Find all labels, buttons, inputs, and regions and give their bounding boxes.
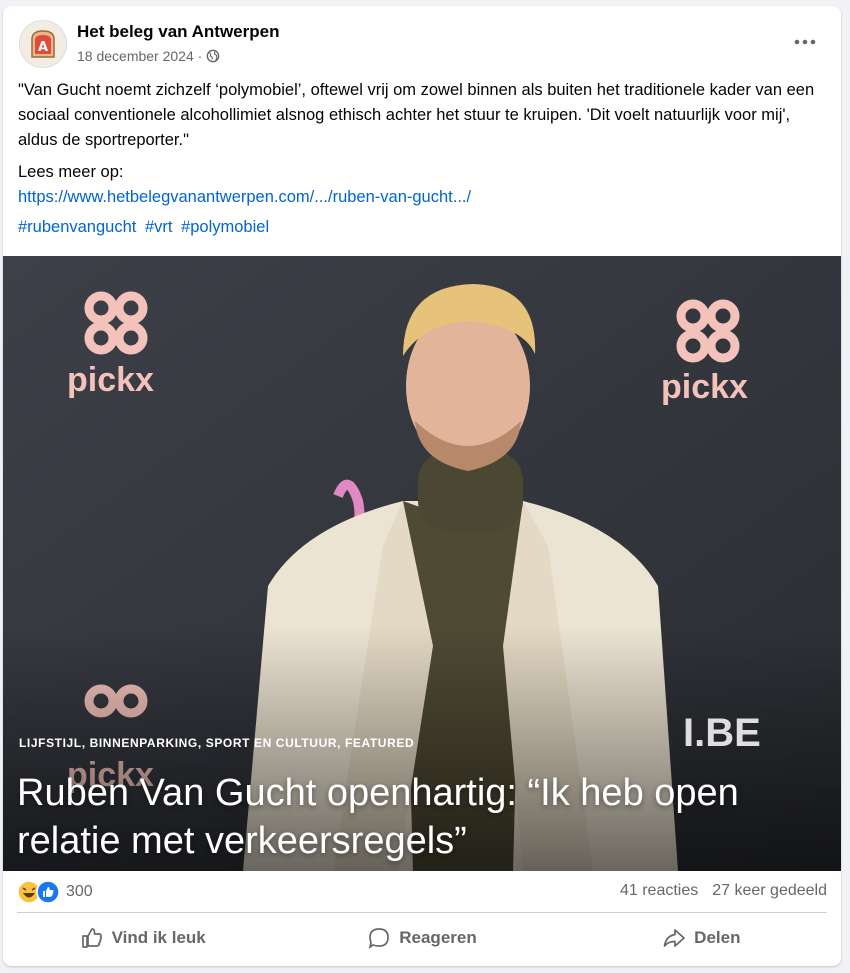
share-icon <box>663 929 686 947</box>
share-button[interactable]: Delen <box>562 914 841 962</box>
divider <box>17 912 827 913</box>
hashtag[interactable]: #polymobiel <box>181 218 269 236</box>
article-headline: Ruben Van Gucht openhartig: “Ik heb open… <box>17 772 739 862</box>
reactions[interactable]: 300 <box>17 880 93 904</box>
more-icon <box>794 39 816 45</box>
reaction-count: 300 <box>66 883 93 900</box>
share-count[interactable]: 27 keer gedeeld <box>712 882 827 900</box>
post-text: "Van Gucht noemt zichzelf ‘polymobiel’, … <box>18 81 815 149</box>
read-more: Lees meer op: https://www.hetbelegvanant… <box>18 160 818 210</box>
hashtag[interactable]: #rubenvangucht <box>18 218 136 236</box>
post-date[interactable]: 18 december 2024 · <box>77 48 202 64</box>
article-categories: LIJFSTIJL, BINNENPARKING, SPORT EN CULTU… <box>19 736 415 750</box>
more-options-button[interactable] <box>791 32 819 52</box>
article-link[interactable]: https://www.hetbelegvanantwerpen.com/...… <box>18 185 818 210</box>
like-reaction-icon <box>36 880 60 904</box>
post-card: A Het beleg van Antwerpen 18 december 20… <box>3 6 841 966</box>
svg-text:A: A <box>38 40 48 55</box>
share-label: Delen <box>694 928 741 947</box>
comment-count[interactable]: 41 reacties <box>620 882 698 900</box>
like-label: Vind ik leuk <box>111 928 206 947</box>
toast-logo-icon: A <box>31 30 55 58</box>
comment-icon <box>368 928 390 949</box>
post-image[interactable]: pickx pickx pickx I.BE LIJFSTIJL, BINNEN… <box>3 256 841 871</box>
backdrop-text: I.BE <box>683 711 761 755</box>
engagement-stats: 41 reacties 27 keer gedeeld <box>620 882 827 900</box>
thumbs-up-icon <box>81 928 102 948</box>
globe-icon <box>206 49 220 63</box>
post-stats: 300 41 reacties 27 keer gedeeld <box>3 874 841 914</box>
post-meta: 18 december 2024 · <box>77 48 220 64</box>
hashtags: #rubenvangucht #vrt #polymobiel <box>18 218 273 237</box>
hashtag[interactable]: #vrt <box>145 218 173 236</box>
action-bar: Vind ik leuk Reageren Delen <box>3 914 841 962</box>
like-button[interactable]: Vind ik leuk <box>3 914 282 962</box>
comment-button[interactable]: Reageren <box>282 914 561 962</box>
post-header: A Het beleg van Antwerpen 18 december 20… <box>3 6 841 76</box>
page-avatar[interactable]: A <box>19 20 67 68</box>
comment-label: Reageren <box>399 928 477 947</box>
read-more-label: Lees meer op: <box>18 163 124 181</box>
page-name[interactable]: Het beleg van Antwerpen <box>77 22 279 42</box>
